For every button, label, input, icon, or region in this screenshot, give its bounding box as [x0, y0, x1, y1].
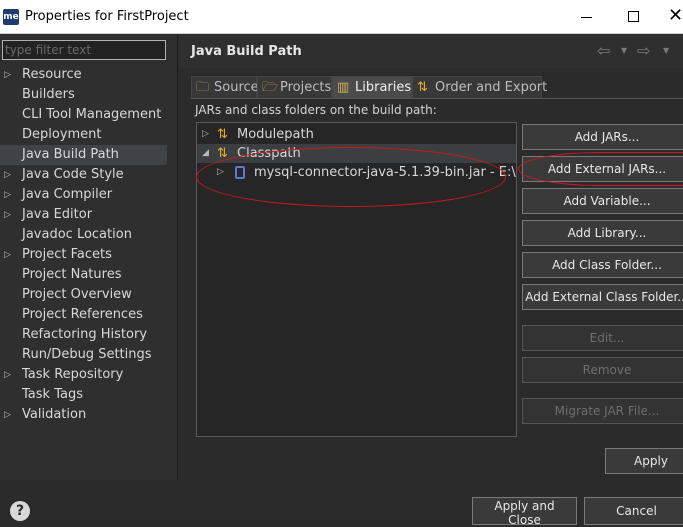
nav-item-resource[interactable]: ▷ Resource	[0, 65, 167, 85]
build-path-tree[interactable]: ▷ ⇅ Modulepath ◢ ⇅ Classpath ▷ mysql-con…	[196, 122, 517, 437]
dialog-footer: ? Apply and Close Cancel	[0, 480, 683, 527]
help-icon[interactable]: ?	[10, 501, 30, 521]
expand-arrow-icon[interactable]: ▷	[4, 65, 11, 85]
expand-arrow-icon[interactable]: ▷	[4, 165, 11, 185]
add-external-jars-button[interactable]: Add External JARs...	[522, 156, 683, 182]
tree-node-mysql-jar[interactable]: ▷ mysql-connector-java-5.1.39-bin.jar - …	[197, 163, 516, 182]
expand-arrow-icon[interactable]: ▷	[202, 125, 209, 144]
tree-node-modulepath[interactable]: ▷ ⇅ Modulepath	[197, 125, 516, 144]
nav-list: ▷ Resource Builders CLI Tool Management D…	[0, 65, 178, 425]
nav-item-project-overview[interactable]: Project Overview	[0, 285, 167, 305]
migrate-jar-button[interactable]: Migrate JAR File...	[522, 398, 683, 424]
maximize-button[interactable]	[610, 0, 656, 34]
maximize-icon	[628, 11, 639, 22]
build-path-page: Java Build Path ⇦ ▼ ⇨ ▼ 🗀 Source 🗁 Proje…	[179, 34, 683, 480]
add-variable-button[interactable]: Add Variable...	[522, 188, 683, 214]
back-arrow-icon[interactable]: ⇦	[597, 41, 610, 60]
tab-divider	[191, 98, 683, 99]
forward-arrow-icon[interactable]: ⇨	[637, 41, 650, 60]
nav-item-java-code-style[interactable]: ▷ Java Code Style	[0, 165, 167, 185]
order-export-icon: ⇅	[417, 80, 428, 95]
nav-item-run-debug-settings[interactable]: Run/Debug Settings	[0, 345, 167, 365]
tab-libraries[interactable]: ▥ Libraries	[332, 76, 412, 98]
libraries-icon: ▥	[337, 80, 350, 95]
nav-item-project-facets[interactable]: ▷ Project Facets	[0, 245, 167, 265]
projects-folder-icon: 🗁	[262, 80, 279, 95]
nav-item-cli-tool-management[interactable]: CLI Tool Management	[0, 105, 167, 125]
close-icon: ✕	[668, 5, 683, 26]
nav-item-java-compiler[interactable]: ▷ Java Compiler	[0, 185, 167, 205]
jar-file-icon	[235, 166, 245, 179]
expand-arrow-icon[interactable]: ▷	[4, 205, 11, 225]
edit-button[interactable]: Edit...	[522, 325, 683, 351]
build-path-tabs: 🗀 Source 🗁 Projects ▥ Libraries ⇅ Order …	[191, 76, 683, 98]
add-jars-button[interactable]: Add JARs...	[522, 124, 683, 150]
window-title-bar: me Properties for FirstProject ✕	[0, 0, 683, 34]
nav-item-deployment[interactable]: Deployment	[0, 125, 167, 145]
nav-item-java-build-path[interactable]: Java Build Path	[0, 145, 167, 165]
expand-arrow-icon[interactable]: ▷	[4, 405, 11, 425]
nav-item-project-natures[interactable]: Project Natures	[0, 265, 167, 285]
minimize-button[interactable]	[564, 0, 610, 34]
expand-arrow-icon[interactable]: ▷	[4, 365, 11, 385]
nav-item-project-references[interactable]: Project References	[0, 305, 167, 325]
tab-source[interactable]: 🗀 Source	[191, 76, 259, 98]
nav-item-validation[interactable]: ▷ Validation	[0, 405, 167, 425]
expand-arrow-icon[interactable]: ▷	[217, 163, 224, 182]
remove-button[interactable]: Remove	[522, 357, 683, 383]
expand-arrow-icon[interactable]: ▷	[4, 245, 11, 265]
tab-projects[interactable]: 🗁 Projects	[257, 76, 332, 98]
collapse-arrow-icon[interactable]: ◢	[202, 144, 209, 163]
add-class-folder-button[interactable]: Add Class Folder...	[522, 252, 683, 278]
page-header: Java Build Path ⇦ ▼ ⇨ ▼	[179, 34, 683, 68]
filter-input[interactable]	[2, 40, 166, 60]
add-library-button[interactable]: Add Library...	[522, 220, 683, 246]
window-title: Properties for FirstProject	[25, 9, 189, 24]
nav-item-javadoc-location[interactable]: Javadoc Location	[0, 225, 167, 245]
tree-node-classpath[interactable]: ◢ ⇅ Classpath	[197, 144, 516, 163]
source-folder-icon: 🗀	[196, 80, 210, 95]
app-icon: me	[3, 9, 19, 25]
nav-item-task-repository[interactable]: ▷ Task Repository	[0, 365, 167, 385]
tab-order-and-export[interactable]: ⇅ Order and Export	[412, 76, 547, 98]
modulepath-icon: ⇅	[217, 127, 228, 142]
nav-item-task-tags[interactable]: Task Tags	[0, 385, 167, 405]
expand-arrow-icon[interactable]: ▷	[4, 185, 11, 205]
build-path-label: JARs and class folders on the build path…	[195, 103, 437, 117]
page-title: Java Build Path	[191, 44, 302, 59]
close-button[interactable]: ✕	[656, 0, 683, 34]
minimize-icon	[581, 17, 592, 18]
properties-nav-panel: ▷Resource Builders CLI Tool Management D…	[0, 34, 178, 480]
forward-dropdown-icon[interactable]: ▼	[663, 46, 669, 55]
add-external-class-folder-button[interactable]: Add External Class Folder...	[522, 284, 683, 310]
nav-item-java-editor[interactable]: ▷ Java Editor	[0, 205, 167, 225]
nav-item-builders[interactable]: Builders	[0, 85, 167, 105]
back-dropdown-icon[interactable]: ▼	[621, 46, 627, 55]
classpath-icon: ⇅	[217, 146, 228, 161]
apply-button[interactable]: Apply	[605, 448, 683, 474]
nav-item-refactoring-history[interactable]: Refactoring History	[0, 325, 167, 345]
